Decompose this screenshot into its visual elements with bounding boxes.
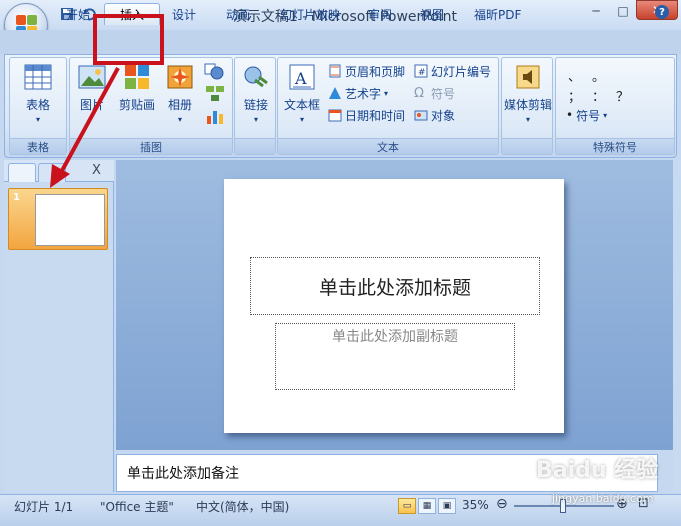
wordart-button[interactable]: 艺术字 ▾: [328, 84, 388, 102]
object-icon: [414, 108, 428, 122]
symbol-glyph[interactable]: ？: [616, 86, 629, 105]
annotation-arrow-icon: [50, 67, 120, 188]
special-symbol-button[interactable]: • 符号 ▾: [566, 106, 607, 124]
header-footer-label: 页眉和页脚: [345, 64, 406, 79]
textbox-button[interactable]: A 文本框 ▾: [280, 62, 324, 124]
tab-animation[interactable]: 动画: [218, 3, 258, 25]
group-text: A 文本框 ▾ 页眉和页脚 艺术字 ▾ 日期和时间 # 幻灯片编号 Ω 符号 对…: [277, 57, 499, 155]
chart-icon[interactable]: [204, 106, 226, 126]
slide-sorter-view-icon[interactable]: ▦: [418, 498, 436, 514]
highlight-box: [93, 14, 164, 65]
special-symbol-label: 符号: [576, 108, 601, 123]
photo-album-button[interactable]: 相册 ▾: [160, 62, 200, 124]
textbox-button-label: 文本框: [283, 98, 320, 112]
slide-number-label: 幻灯片编号: [431, 64, 492, 79]
group-label-media: [502, 138, 552, 154]
slide-thumbnail-selected[interactable]: 1: [8, 188, 108, 250]
slide-count-status: 幻灯片 1/1: [14, 500, 74, 514]
shapes-icon[interactable]: [204, 62, 226, 82]
zoom-level[interactable]: 35%: [462, 498, 489, 512]
header-footer-icon: [328, 64, 342, 78]
symbol-glyph: •: [566, 108, 574, 122]
photo-album-icon: [165, 62, 195, 92]
wordart-icon: [328, 86, 342, 100]
group-label-links: [235, 138, 275, 154]
chevron-down-icon: ▾: [253, 115, 258, 124]
datetime-label: 日期和时间: [345, 108, 406, 123]
tab-slides[interactable]: [8, 163, 36, 182]
slide-thumbnail-number: 1: [13, 192, 20, 203]
group-special-symbols: 、 。 ； ： ？ • 符号 ▾ 特殊符号: [555, 57, 675, 155]
link-icon: [241, 62, 271, 92]
datetime-button[interactable]: 日期和时间: [328, 106, 405, 124]
object-label: 对象: [431, 108, 456, 123]
slides-pane: X 1: [4, 160, 114, 492]
speaker-icon: [513, 62, 543, 92]
maximize-button[interactable]: □: [610, 2, 636, 20]
photo-album-label: 相册: [167, 98, 192, 112]
normal-view-icon[interactable]: ▭: [398, 498, 416, 514]
media-clip-button[interactable]: 媒体剪辑 ▾: [502, 62, 554, 124]
theme-status: "Office 主题": [100, 500, 174, 514]
tab-home[interactable]: 开始: [58, 3, 98, 25]
svg-text:A: A: [294, 69, 307, 88]
watermark-logo: Baidu 经验: [536, 458, 659, 483]
chevron-down-icon: ▾: [384, 88, 389, 98]
minimize-button[interactable]: ─: [583, 2, 609, 20]
chevron-down-icon: ▾: [525, 115, 530, 124]
watermark-url: jingyan.baidu.com: [552, 492, 654, 505]
chevron-down-icon: ▾: [177, 115, 182, 124]
calendar-icon: [328, 108, 342, 122]
slide-number-icon: #: [414, 64, 428, 78]
slide-thumbnail[interactable]: [35, 194, 105, 246]
office-logo-icon: [16, 15, 26, 25]
symbol-glyph[interactable]: 、: [568, 66, 581, 85]
group-media: 媒体剪辑 ▾: [501, 57, 553, 155]
links-button[interactable]: 链接 ▾: [236, 62, 276, 124]
object-button[interactable]: 对象: [414, 106, 455, 124]
vertical-scrollbar[interactable]: [673, 160, 681, 492]
tab-design[interactable]: 设计: [164, 3, 204, 25]
textbox-icon: A: [287, 62, 317, 92]
smartart-icon[interactable]: [204, 84, 226, 104]
symbol-glyph[interactable]: ；: [568, 86, 581, 105]
omega-icon: Ω: [414, 86, 424, 101]
links-button-label: 链接: [243, 98, 268, 112]
zoom-out-icon[interactable]: ⊖: [496, 496, 508, 512]
svg-text:#: #: [418, 68, 426, 78]
language-status[interactable]: 中文(简体，中国): [196, 498, 289, 515]
subtitle-placeholder[interactable]: 单击此处添加副标题: [275, 323, 515, 390]
office-logo-square: [27, 15, 37, 25]
help-icon[interactable]: ?: [655, 5, 669, 19]
title-placeholder[interactable]: 单击此处添加标题: [250, 257, 540, 315]
symbol-glyph[interactable]: ：: [592, 86, 605, 105]
chevron-down-icon: ▾: [603, 110, 608, 120]
tab-foxit-pdf[interactable]: 福昕PDF: [466, 3, 529, 25]
tab-view[interactable]: 视图: [412, 3, 452, 25]
slideshow-view-icon[interactable]: ▣: [438, 498, 456, 514]
tab-review[interactable]: 审阅: [360, 3, 400, 25]
group-links: 链接 ▾: [234, 57, 276, 155]
chevron-down-icon: ▾: [299, 115, 304, 124]
symbol-label: 符号: [431, 86, 456, 101]
group-label-text: 文本: [278, 138, 498, 154]
slide-number-button[interactable]: # 幻灯片编号: [414, 62, 491, 80]
symbol-glyph[interactable]: 。: [592, 66, 605, 85]
media-clip-label: 媒体剪辑: [503, 98, 552, 112]
wordart-label: 艺术字: [345, 86, 382, 101]
group-label-special-symbols: 特殊符号: [556, 138, 674, 154]
symbol-button[interactable]: Ω 符号: [414, 84, 455, 102]
header-footer-button[interactable]: 页眉和页脚: [328, 62, 405, 80]
tab-slideshow[interactable]: 幻灯片放映: [272, 3, 348, 25]
